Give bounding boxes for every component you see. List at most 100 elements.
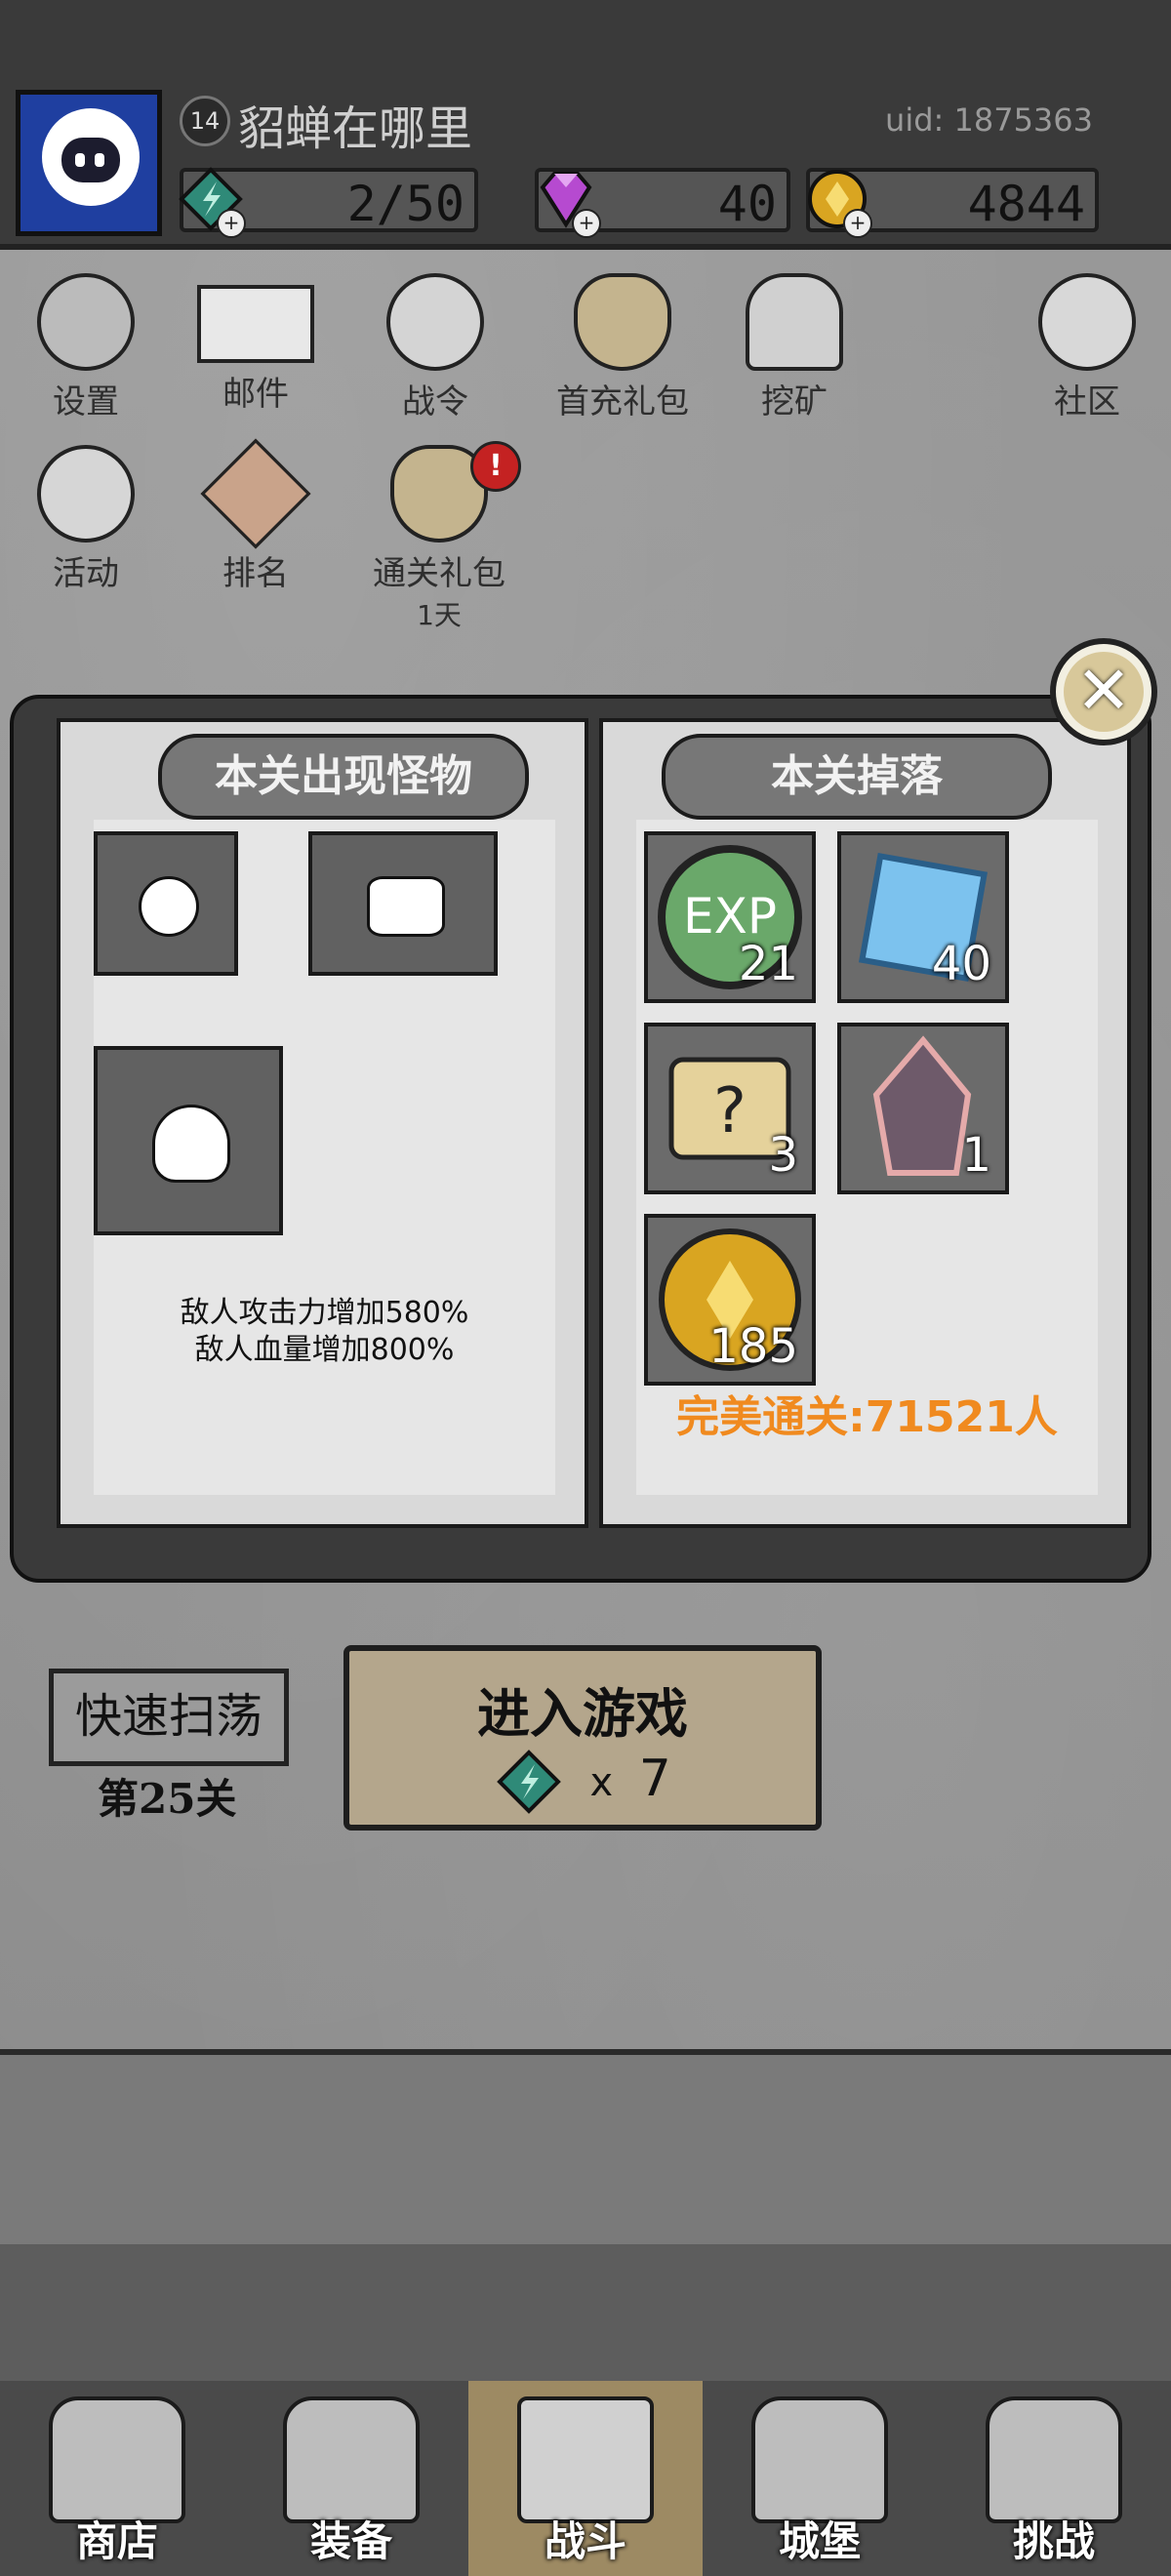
- crossed-swords-icon: [517, 2396, 654, 2523]
- drop-slot[interactable]: 40: [837, 831, 1009, 1003]
- add-gold-button[interactable]: +: [843, 209, 872, 238]
- drop-count: 185: [708, 1319, 798, 1374]
- avatar-eye: [95, 153, 104, 167]
- gem-counter: + 40: [535, 168, 790, 238]
- mining-button[interactable]: 挖矿: [726, 273, 863, 429]
- player-name: 貂蝉在哪里: [238, 101, 473, 156]
- tab-shop-label: 商店: [75, 2517, 158, 2565]
- gold-counter: + 4844: [806, 168, 1099, 238]
- svg-text:?: ?: [713, 1075, 747, 1147]
- close-icon: ✕: [1064, 652, 1144, 732]
- energy-cost: x 7: [496, 1749, 671, 1815]
- battle-pass-label: 战令: [402, 382, 468, 422]
- podium-icon: [200, 438, 311, 549]
- level-badge: 14: [180, 96, 230, 146]
- drops-title: 本关掉落: [662, 734, 1052, 820]
- stage-info-book: 敌人攻击力增加580% 敌人血量增加800% 本关出现怪物 EXP 21 40: [10, 695, 1151, 1583]
- left-page: 敌人攻击力增加580% 敌人血量增加800% 本关出现怪物: [57, 718, 588, 1528]
- tab-shop[interactable]: 商店: [0, 2381, 234, 2576]
- shield-icon: [986, 2396, 1122, 2523]
- monster-icon: [139, 876, 199, 937]
- monster-icon: [366, 876, 446, 937]
- drop-count: 21: [738, 937, 798, 991]
- mining-label: 挖矿: [761, 382, 828, 422]
- first-recharge-button[interactable]: 首充礼包: [535, 273, 710, 429]
- castle-icon: [751, 2396, 888, 2523]
- shop-icon: [49, 2396, 185, 2523]
- right-page: EXP 21 40 ? 3 1 185 完美通关:71521人 本关掉落: [599, 718, 1131, 1528]
- drop-count: 40: [931, 937, 991, 991]
- mail-label: 邮件: [222, 375, 289, 414]
- avatar-face: [42, 108, 140, 206]
- perfect-clear-count: 完美通关:71521人: [676, 1392, 1058, 1442]
- tab-challenge-label: 挑战: [1012, 2517, 1095, 2565]
- envelope-icon: [197, 285, 314, 363]
- monsters-title: 本关出现怪物: [158, 734, 529, 820]
- cost-multiplier: x: [589, 1760, 614, 1805]
- avatar-visor: [61, 138, 120, 182]
- avatar[interactable]: [16, 90, 162, 236]
- mail-button[interactable]: 邮件: [187, 273, 324, 429]
- alert-badge: !: [470, 441, 521, 492]
- ranking-button[interactable]: 排名: [187, 438, 324, 601]
- backpack-icon: [283, 2396, 420, 2523]
- battle-pass-button[interactable]: 战令: [367, 273, 504, 429]
- enter-game-label: 进入游戏: [477, 1682, 688, 1745]
- stage-label: 第25关: [98, 1775, 237, 1823]
- monster-icon: [151, 1104, 231, 1184]
- close-button[interactable]: ✕: [1050, 638, 1157, 745]
- crystal-ball-icon: [386, 273, 484, 371]
- community-label: 社区: [1054, 382, 1120, 422]
- tab-battle[interactable]: 战斗: [468, 2381, 703, 2576]
- avatar-eye: [75, 153, 85, 167]
- cost-value: 7: [638, 1750, 671, 1808]
- gold-value: 4844: [967, 176, 1085, 232]
- settings-button[interactable]: 设置: [18, 273, 154, 429]
- tab-battle-label: 战斗: [544, 2517, 626, 2565]
- energy-icon: [497, 1750, 561, 1814]
- tab-equipment[interactable]: 装备: [234, 2381, 468, 2576]
- bottom-nav: 商店 装备 战斗 城堡 挑战: [0, 2381, 1171, 2576]
- settings-label: 设置: [53, 382, 119, 422]
- top-bar: 14 貂蝉在哪里 uid: 1875363 + 2/50 + 40 + 4844: [0, 0, 1171, 250]
- monster-slot[interactable]: [94, 1046, 283, 1235]
- left-page-inner: 敌人攻击力增加580% 敌人血量增加800%: [94, 820, 555, 1495]
- add-gems-button[interactable]: +: [572, 209, 601, 238]
- clear-gift-label: 通关礼包: [373, 554, 505, 593]
- tab-castle[interactable]: 城堡: [703, 2381, 937, 2576]
- drop-count: 1: [961, 1128, 991, 1183]
- gem-value: 40: [717, 176, 777, 232]
- drop-count: 3: [768, 1128, 798, 1183]
- clear-gift-button[interactable]: ! 通关礼包 1天: [351, 441, 527, 631]
- events-button[interactable]: 活动: [18, 445, 154, 601]
- enter-game-button[interactable]: 进入游戏 x 7: [343, 1645, 822, 1831]
- player-uid: uid: 1875363: [885, 101, 1093, 139]
- drop-slot[interactable]: ? 3: [644, 1023, 816, 1194]
- drop-slot[interactable]: 1: [837, 1023, 1009, 1194]
- add-energy-button[interactable]: +: [217, 209, 246, 238]
- laurel-icon: [37, 445, 135, 543]
- right-page-inner: EXP 21 40 ? 3 1 185 完美通关:71521人: [636, 820, 1098, 1495]
- tab-equipment-label: 装备: [309, 2517, 392, 2565]
- stone-ground: [0, 2244, 1171, 2381]
- events-label: 活动: [53, 554, 119, 593]
- home-chat-icon: [1038, 273, 1136, 371]
- hp-buff-text: 敌人血量增加800%: [194, 1333, 455, 1367]
- mine-rock-icon: [746, 273, 843, 371]
- drop-slot[interactable]: EXP 21: [644, 831, 816, 1003]
- monster-slot[interactable]: [308, 831, 498, 976]
- energy-counter: + 2/50: [179, 167, 478, 238]
- community-button[interactable]: 社区: [1019, 273, 1155, 429]
- tab-castle-label: 城堡: [778, 2517, 861, 2565]
- gift-bag-icon: [574, 273, 671, 371]
- quick-sweep-button[interactable]: 快速扫荡: [49, 1669, 289, 1766]
- clear-gift-timer: 1天: [417, 599, 462, 631]
- floor-planks: [0, 2049, 1171, 2256]
- gear-icon: [37, 273, 135, 371]
- drop-slot[interactable]: 185: [644, 1214, 816, 1386]
- tab-challenge[interactable]: 挑战: [937, 2381, 1171, 2576]
- monster-slot[interactable]: [94, 831, 238, 976]
- energy-value: 2/50: [346, 176, 464, 232]
- first-recharge-label: 首充礼包: [556, 382, 689, 422]
- ranking-label: 排名: [222, 554, 289, 593]
